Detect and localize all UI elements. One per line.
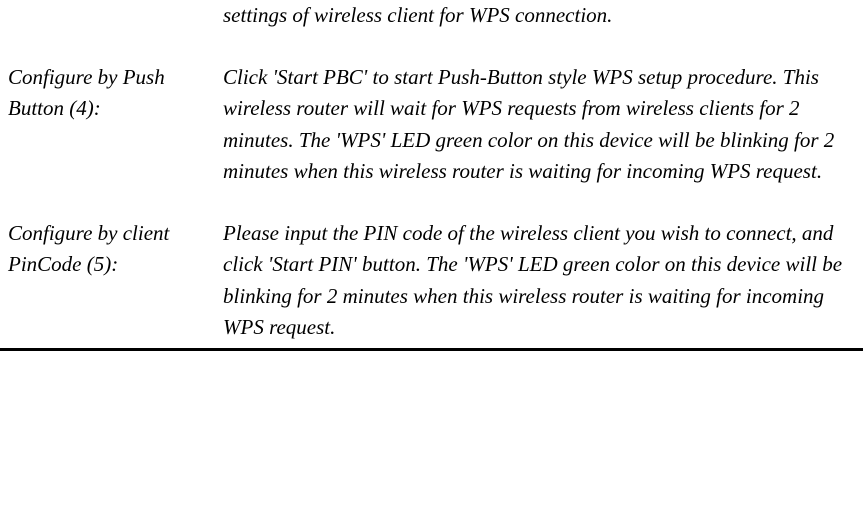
definition-label: Configure by Push Button (4): [8, 62, 223, 188]
horizontal-rule [0, 348, 863, 351]
definition-row: Configure by Push Button (4): Click 'Sta… [8, 62, 855, 188]
definition-row: Configure by client PinCode (5): Please … [8, 218, 855, 344]
definition-label: Configure by client PinCode (5): [8, 218, 223, 344]
definition-description: Please input the PIN code of the wireles… [223, 218, 855, 344]
continuation-text: settings of wireless client for WPS conn… [223, 0, 855, 32]
definition-description: Click 'Start PBC' to start Push-Button s… [223, 62, 855, 188]
document-content: settings of wireless client for WPS conn… [0, 0, 863, 344]
